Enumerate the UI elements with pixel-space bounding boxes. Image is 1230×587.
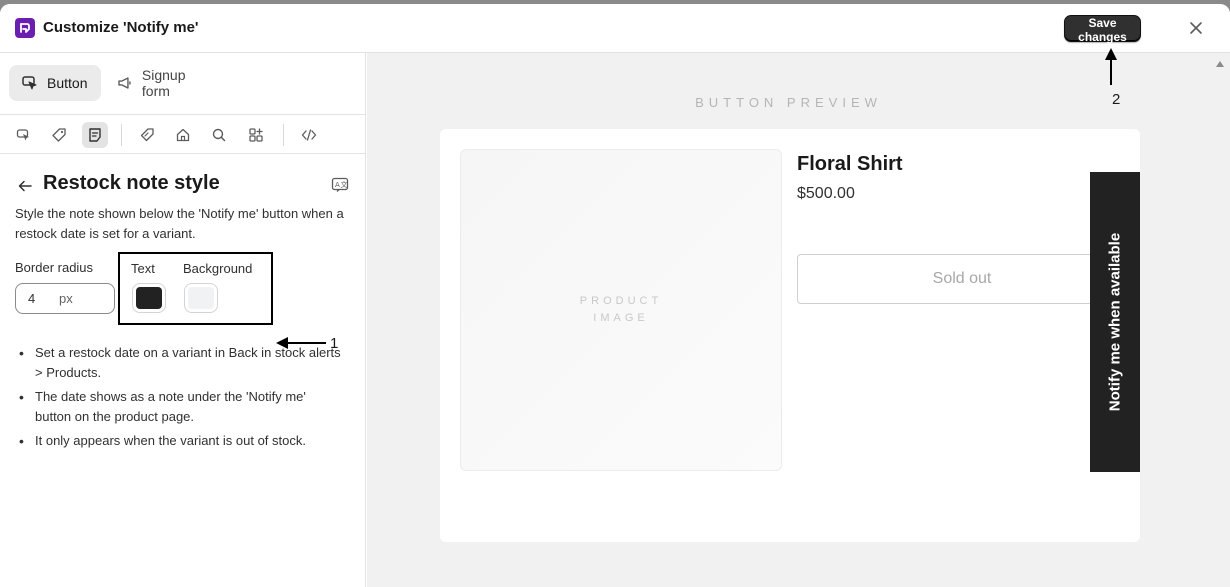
svg-text:文: 文: [341, 180, 348, 189]
background-color-label: Background: [183, 261, 253, 276]
cursor-click-icon: [22, 76, 37, 90]
modal-title: Customize 'Notify me': [43, 19, 199, 36]
border-radius-value: 4: [28, 291, 36, 306]
product-image-label: PRODUCT IMAGE: [579, 295, 663, 324]
tab-button-label: Button: [47, 75, 88, 91]
notify-me-button[interactable]: Notify me when available: [1090, 172, 1140, 472]
info-list: Set a restock date on a variant in Back …: [15, 343, 345, 455]
product-card: PRODUCT IMAGE Floral Shirt $500.00 Sold …: [440, 129, 1140, 542]
text-color-swatch: [136, 287, 162, 309]
label-tag-icon[interactable]: [134, 122, 160, 148]
modal-header: Customize 'Notify me' Save changes: [0, 4, 1230, 53]
app-logo-icon: [15, 18, 35, 38]
tab-signup-form[interactable]: Signup form: [104, 65, 229, 101]
border-radius-unit: px: [59, 291, 73, 306]
product-image-placeholder: PRODUCT IMAGE: [460, 149, 782, 471]
main-tabs: Button Signup form: [0, 53, 366, 115]
section-title: Restock note style: [43, 172, 220, 194]
apps-icon[interactable]: [243, 122, 269, 148]
note-icon[interactable]: [82, 122, 108, 148]
customize-modal: Customize 'Notify me' Save changes Butto…: [0, 4, 1230, 587]
section-description: Style the note shown below the 'Notify m…: [15, 206, 344, 241]
preview-label: BUTTON PREVIEW: [695, 95, 882, 110]
list-item: The date shows as a note under the 'Noti…: [15, 387, 345, 427]
translate-icon[interactable]: A文: [330, 175, 350, 195]
scroll-up-icon[interactable]: [1214, 58, 1226, 70]
back-arrow-icon[interactable]: [14, 175, 36, 197]
home-icon[interactable]: [170, 122, 196, 148]
tab-button[interactable]: Button: [9, 65, 101, 101]
product-price: $500.00: [797, 185, 855, 202]
preview-pane: BUTTON PREVIEW PRODUCT IMAGE Floral Shir…: [367, 53, 1230, 587]
list-item: Set a restock date on a variant in Back …: [15, 343, 345, 383]
sold-out-button[interactable]: Sold out: [797, 254, 1127, 304]
product-name: Floral Shirt: [797, 153, 903, 175]
save-changes-button[interactable]: Save changes: [1064, 15, 1141, 44]
tab-signup-form-label: Signup form: [141, 67, 186, 99]
megaphone-icon: [118, 77, 131, 89]
annotation-label-2: 2: [1112, 91, 1121, 108]
settings-sidebar: Button Signup form Restock note style A …: [0, 53, 366, 587]
cursor-click-icon[interactable]: [11, 122, 37, 148]
toolbar-divider: [283, 124, 284, 146]
text-color-label: Text: [131, 261, 155, 276]
background-color-picker[interactable]: [184, 283, 218, 313]
code-icon[interactable]: [296, 122, 322, 148]
annotation-arrow-up-icon: [1105, 48, 1117, 85]
tag-icon[interactable]: [46, 122, 72, 148]
background-color-swatch: [188, 287, 214, 309]
search-icon[interactable]: [206, 122, 232, 148]
text-color-picker[interactable]: [132, 283, 166, 313]
notify-me-label: Notify me when available: [1106, 232, 1124, 412]
svg-text:A: A: [335, 181, 340, 189]
list-item: It only appears when the variant is out …: [15, 431, 345, 451]
toolbar-divider: [121, 124, 122, 146]
border-radius-input[interactable]: 4 px: [15, 283, 115, 314]
section-icon-bar: [0, 115, 366, 154]
border-radius-label: Border radius: [15, 260, 94, 275]
close-icon[interactable]: [1186, 18, 1206, 38]
